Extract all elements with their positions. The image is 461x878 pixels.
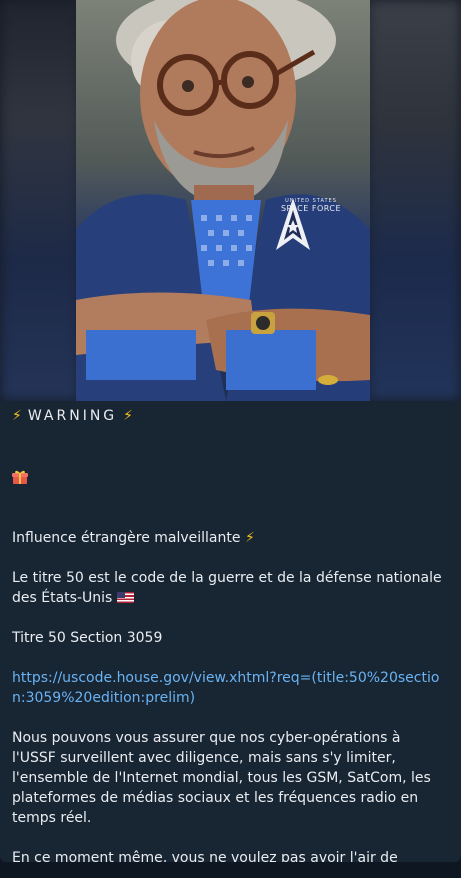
paragraph-cyber-operations: Nous pouvons vous assurer que nos cyber-… — [12, 730, 431, 826]
paragraph-text: Le titre 50 est le code de la guerre et … — [12, 570, 442, 606]
lightning-icon: ⚡ — [123, 408, 133, 424]
message-photo[interactable]: UNITED STATES SPACE FORCE — [0, 0, 461, 401]
paragraph-current-moment: En ce moment même, vous ne voulez pas av… — [12, 850, 398, 862]
delta-icon — [276, 198, 310, 250]
message-text: ⚡ WARNING ⚡ Influence étrangère malveill… — [0, 401, 461, 862]
photo-blur-left — [0, 0, 80, 401]
lightning-icon: ⚡ — [12, 408, 22, 424]
gift-line — [12, 466, 447, 488]
section-line: Titre 50 Section 3059 — [12, 630, 163, 646]
us-flag-icon — [116, 592, 134, 603]
heading-line: Influence étrangère malveillante ⚡ — [12, 528, 447, 548]
heading-text: Influence étrangère malveillante — [12, 530, 241, 546]
gift-icon — [12, 470, 28, 484]
uscode-link[interactable]: https://uscode.house.gov/view.xhtml?req=… — [12, 668, 447, 708]
paragraph-title-50: Le titre 50 est le code de la guerre et … — [12, 568, 447, 608]
lightning-icon: ⚡ — [244, 530, 255, 546]
photo-man-portrait[interactable]: UNITED STATES SPACE FORCE — [76, 0, 370, 401]
space-force-logo: UNITED STATES SPACE FORCE — [276, 198, 346, 250]
warning-line: ⚡ WARNING ⚡ — [12, 406, 447, 426]
message-bubble: UNITED STATES SPACE FORCE ⚡ WARNING ⚡ In… — [0, 0, 461, 862]
warning-label: WARNING — [27, 408, 118, 424]
photo-blur-right — [368, 0, 461, 401]
